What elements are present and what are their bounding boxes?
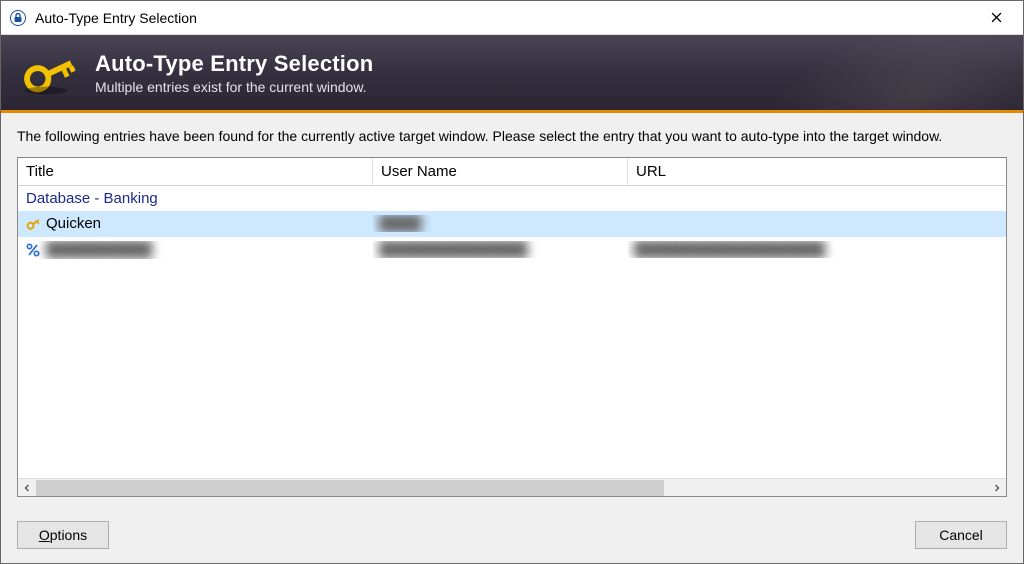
- entry-title: ██████████: [46, 241, 152, 258]
- dialog-window: Auto-Type Entry Selection Auto-Type Entr…: [0, 0, 1024, 564]
- entry-user: ██████████████: [379, 241, 528, 258]
- col-header-title[interactable]: Title: [18, 158, 373, 185]
- entry-user: ████: [379, 215, 422, 232]
- options-label-rest: ptions: [50, 527, 87, 543]
- scroll-right-arrow[interactable]: [988, 479, 1006, 497]
- col-header-user[interactable]: User Name: [373, 158, 628, 185]
- table-body: Database - Banking Q: [18, 186, 1006, 478]
- window-title: Auto-Type Entry Selection: [35, 10, 973, 26]
- cancel-button[interactable]: Cancel: [915, 521, 1007, 549]
- entries-table: Title User Name URL Database - Banking: [17, 157, 1007, 497]
- key-icon: [19, 48, 81, 98]
- header-subtitle: Multiple entries exist for the current w…: [95, 79, 373, 95]
- entry-title: Quicken: [46, 215, 101, 232]
- header-title: Auto-Type Entry Selection: [95, 51, 373, 77]
- entry-url: ██████████████████: [634, 241, 825, 258]
- scroll-track[interactable]: [36, 480, 988, 496]
- percent-icon: [24, 241, 42, 259]
- table-header: Title User Name URL: [18, 158, 1006, 186]
- key-icon: [24, 215, 42, 233]
- group-header-row[interactable]: Database - Banking: [18, 186, 1006, 211]
- table-row[interactable]: ██████████ ██████████████ ██████████████…: [18, 237, 1006, 263]
- titlebar: Auto-Type Entry Selection: [1, 1, 1023, 35]
- body-area: The following entries have been found fo…: [1, 113, 1023, 509]
- table-row[interactable]: Quicken ████: [18, 211, 1006, 237]
- col-header-url[interactable]: URL: [628, 158, 1006, 185]
- scroll-left-arrow[interactable]: [18, 479, 36, 497]
- header-text: Auto-Type Entry Selection Multiple entri…: [95, 51, 373, 95]
- options-button[interactable]: Options: [17, 521, 109, 549]
- horizontal-scrollbar[interactable]: [18, 478, 1006, 496]
- close-button[interactable]: [973, 2, 1019, 34]
- app-lock-icon: [9, 9, 27, 27]
- dialog-footer: Options Cancel: [1, 509, 1023, 563]
- instruction-text: The following entries have been found fo…: [17, 127, 1007, 147]
- header-banner: Auto-Type Entry Selection Multiple entri…: [1, 35, 1023, 113]
- scroll-thumb[interactable]: [36, 480, 664, 496]
